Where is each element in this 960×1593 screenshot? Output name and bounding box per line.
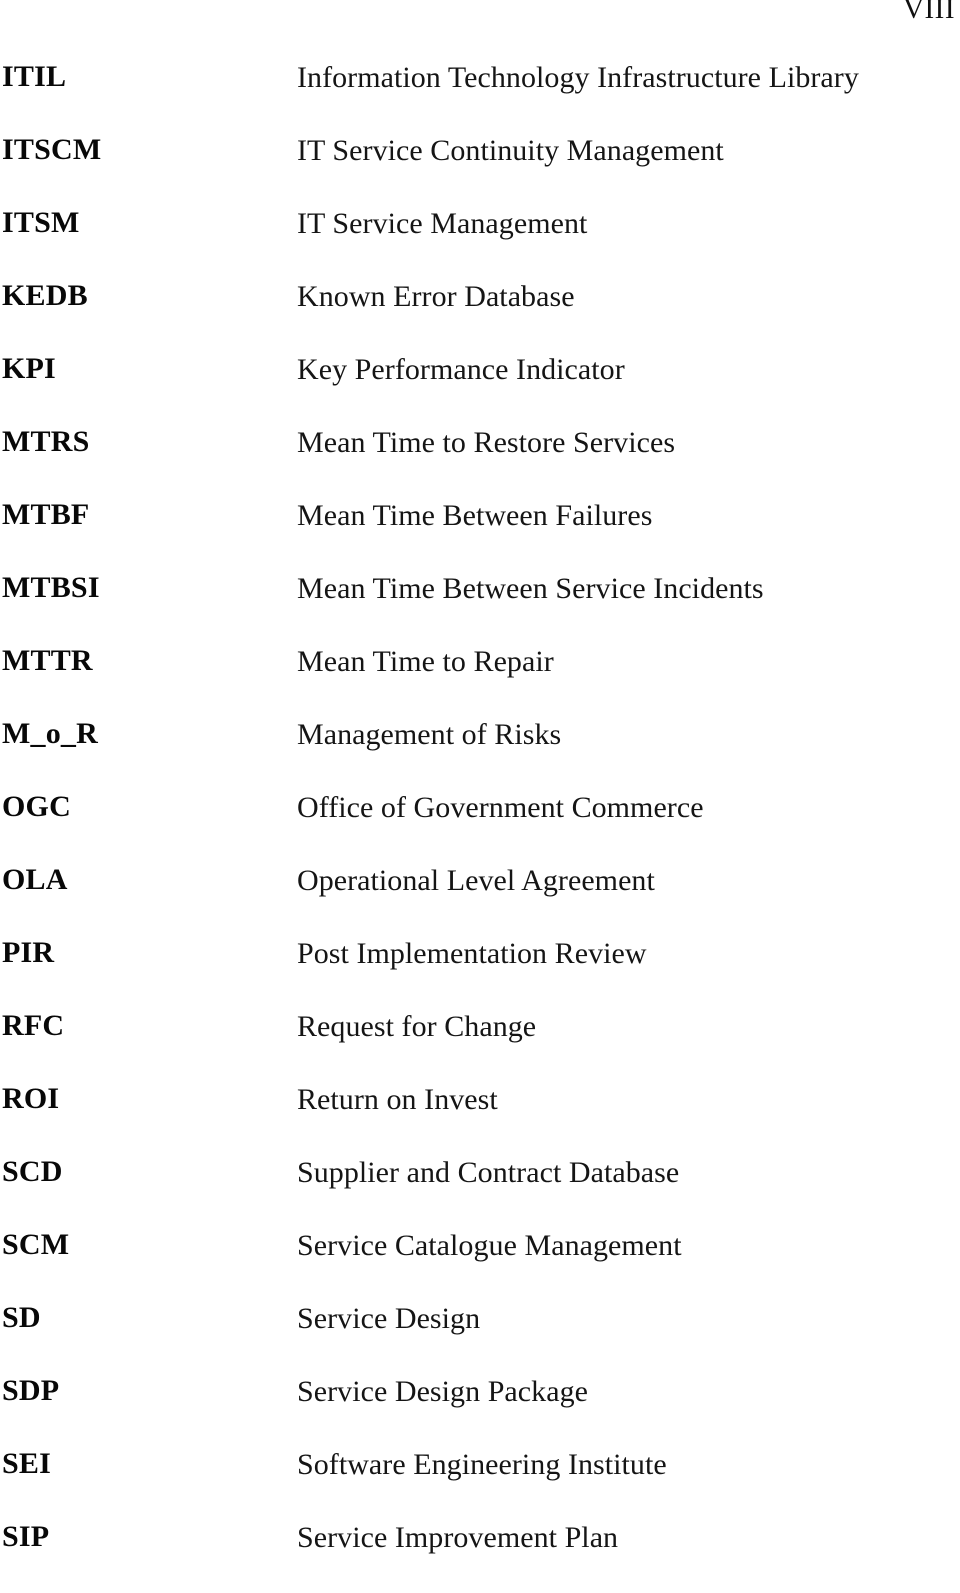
abbreviation-definition: Service Design Package (297, 1375, 588, 1408)
glossary-entry: ITIL Information Technology Infrastructu… (0, 60, 960, 133)
abbreviation-term: RFC (2, 1009, 65, 1042)
abbreviation-term: SD (2, 1301, 41, 1334)
abbreviation-term: OGC (2, 790, 71, 823)
abbreviation-term: SCM (2, 1228, 70, 1261)
glossary-entry: SD Service Design (0, 1301, 960, 1374)
glossary-entry: ROI Return on Invest (0, 1082, 960, 1155)
glossary-entry: OGC Office of Government Commerce (0, 790, 960, 863)
glossary-entry: M_o_R Management of Risks (0, 717, 960, 790)
abbreviation-definition: Service Improvement Plan (297, 1521, 619, 1554)
glossary-entry: SCM Service Catalogue Management (0, 1228, 960, 1301)
glossary-entry: KPI Key Performance Indicator (0, 352, 960, 425)
glossary-entry: RFC Request for Change (0, 1009, 960, 1082)
abbreviation-term: SDP (2, 1374, 60, 1407)
abbreviation-definition: Service Design (297, 1302, 481, 1335)
abbreviation-definition: Management of Risks (297, 718, 562, 751)
abbreviation-definition: Information Technology Infrastructure Li… (297, 61, 859, 94)
abbreviation-term: ROI (2, 1082, 60, 1115)
abbreviation-definition: Supplier and Contract Database (297, 1156, 680, 1189)
abbreviation-definition: Operational Level Agreement (297, 864, 655, 897)
abbreviation-definition: Mean Time Between Failures (297, 499, 653, 532)
abbreviation-term: SEI (2, 1447, 51, 1480)
glossary-entry: ITSCM IT Service Continuity Management (0, 133, 960, 206)
abbreviation-definition: Service Catalogue Management (297, 1229, 682, 1262)
glossary-entry: ITSM IT Service Management (0, 206, 960, 279)
abbreviation-definition: Mean Time Between Service Incidents (297, 572, 764, 605)
glossary-entry: SDP Service Design Package (0, 1374, 960, 1447)
glossary-entry: SEI Software Engineering Institute (0, 1447, 960, 1520)
abbreviation-definition: Mean Time to Restore Services (297, 426, 676, 459)
abbreviation-term: ITIL (2, 60, 67, 93)
abbreviations-list: ITIL Information Technology Infrastructu… (0, 60, 960, 1593)
abbreviation-definition: IT Service Management (297, 207, 588, 240)
abbreviation-definition: Software Engineering Institute (297, 1448, 667, 1481)
abbreviation-definition: Mean Time to Repair (297, 645, 554, 678)
abbreviation-term: MTTR (2, 644, 93, 677)
abbreviation-term: SCD (2, 1155, 63, 1188)
abbreviation-term: ITSM (2, 206, 80, 239)
abbreviation-term: MTBSI (2, 571, 100, 604)
glossary-entry: MTTR Mean Time to Repair (0, 644, 960, 717)
page-number: VIII (903, 0, 955, 25)
glossary-entry: MTBSI Mean Time Between Service Incident… (0, 571, 960, 644)
abbreviation-definition: IT Service Continuity Management (297, 134, 724, 167)
abbreviation-term: OLA (2, 863, 68, 896)
abbreviation-definition: Known Error Database (297, 280, 575, 313)
abbreviation-term: PIR (2, 936, 55, 969)
glossary-entry: SCD Supplier and Contract Database (0, 1155, 960, 1228)
abbreviation-term: MTBF (2, 498, 90, 531)
abbreviation-term: MTRS (2, 425, 90, 458)
abbreviation-definition: Return on Invest (297, 1083, 498, 1116)
abbreviation-term: KEDB (2, 279, 88, 312)
abbreviation-term: ITSCM (2, 133, 102, 166)
glossary-entry: SIP Service Improvement Plan (0, 1520, 960, 1593)
abbreviation-definition: Key Performance Indicator (297, 353, 625, 386)
glossary-entry: OLA Operational Level Agreement (0, 863, 960, 936)
abbreviation-term: SIP (2, 1520, 50, 1553)
abbreviation-definition: Request for Change (297, 1010, 537, 1043)
abbreviation-definition: Office of Government Commerce (297, 791, 704, 824)
glossary-entry: MTBF Mean Time Between Failures (0, 498, 960, 571)
abbreviation-definition: Post Implementation Review (297, 937, 647, 970)
glossary-entry: MTRS Mean Time to Restore Services (0, 425, 960, 498)
glossary-entry: PIR Post Implementation Review (0, 936, 960, 1009)
abbreviation-term: KPI (2, 352, 56, 385)
glossary-entry: KEDB Known Error Database (0, 279, 960, 352)
abbreviation-term: M_o_R (2, 717, 98, 750)
